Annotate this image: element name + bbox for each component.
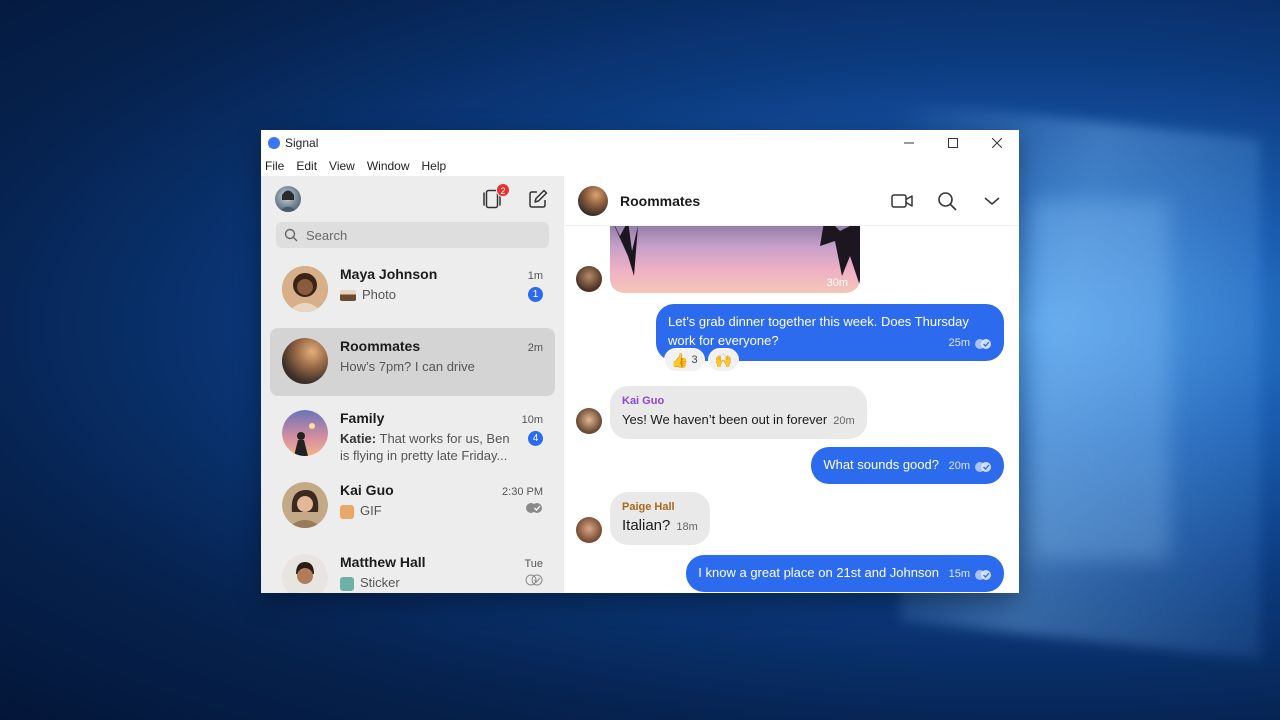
chat-header: Roommates bbox=[564, 176, 1019, 226]
maximize-button[interactable] bbox=[931, 130, 975, 156]
avatar bbox=[282, 338, 328, 384]
avatar bbox=[282, 410, 328, 456]
stories-button[interactable]: 2 bbox=[480, 183, 510, 211]
signal-logo-icon bbox=[267, 136, 281, 150]
menu-file[interactable]: File bbox=[265, 159, 284, 173]
conversation-family[interactable]: Family 10m Katie: That works for us, Ben… bbox=[270, 400, 555, 468]
chat-title[interactable]: Roommates bbox=[620, 193, 700, 209]
conversation-time: 2m bbox=[527, 342, 543, 354]
compose-icon bbox=[529, 189, 548, 208]
conversation-name: Maya Johnson bbox=[340, 266, 438, 282]
incoming-message[interactable]: Kai Guo Yes! We haven’t been out in fore… bbox=[610, 386, 867, 439]
conversation-preview: Photo bbox=[362, 287, 396, 302]
sidebar-header: 2 bbox=[261, 176, 564, 222]
message-time: 25m bbox=[948, 337, 970, 349]
sender-avatar bbox=[576, 517, 602, 543]
conversation-list: Maya Johnson 1m Photo 1 Roommates 2m How… bbox=[261, 256, 564, 593]
read-receipt-icon bbox=[525, 502, 543, 514]
chat-avatar[interactable] bbox=[578, 185, 608, 216]
message-text: Italian? bbox=[622, 517, 671, 534]
message-time: 20m bbox=[833, 415, 855, 427]
read-receipt-icon bbox=[975, 569, 991, 580]
reaction-raised-hands[interactable]: 🙌 bbox=[707, 348, 739, 372]
sidebar: 2 Search Maya Johnson 1m Photo 1 Roommat… bbox=[261, 176, 564, 593]
image-timestamp: 30m bbox=[826, 277, 848, 289]
reaction-emoji: 👍 bbox=[671, 351, 689, 368]
menu-bar: File Edit View Window Help bbox=[261, 156, 1019, 176]
conversation-time: 10m bbox=[521, 414, 543, 426]
gif-thumbnail-icon bbox=[340, 504, 354, 519]
conversation-name: Matthew Hall bbox=[340, 554, 426, 570]
message-time: 15m bbox=[948, 568, 970, 580]
chat-pane: Roommates 30m Let’s grab dinner together… bbox=[564, 176, 1019, 593]
minimize-button[interactable] bbox=[887, 130, 931, 156]
more-options-button[interactable] bbox=[979, 188, 1005, 214]
search-icon bbox=[938, 191, 957, 211]
unread-badge: 4 bbox=[528, 431, 543, 446]
photo-thumbnail-icon bbox=[340, 290, 356, 302]
conversation-maya-johnson[interactable]: Maya Johnson 1m Photo 1 bbox=[270, 256, 555, 324]
read-receipt-icon bbox=[975, 461, 991, 472]
unread-badge: 1 bbox=[528, 287, 543, 302]
sticker-thumbnail-icon bbox=[340, 576, 354, 591]
sender-avatar bbox=[576, 266, 602, 292]
incoming-message[interactable]: Paige Hall Italian? 18m bbox=[610, 492, 710, 545]
sender-avatar bbox=[576, 408, 602, 434]
conversation-kai-guo[interactable]: Kai Guo 2:30 PM GIF bbox=[270, 472, 555, 540]
conversation-preview: Sticker bbox=[360, 575, 400, 590]
sender-name: Paige Hall bbox=[622, 501, 675, 513]
video-call-button[interactable] bbox=[889, 188, 915, 214]
compose-button[interactable] bbox=[526, 187, 550, 211]
avatar bbox=[282, 266, 328, 312]
delivered-icon bbox=[525, 574, 543, 586]
menu-help[interactable]: Help bbox=[422, 159, 447, 173]
message-text: I know a great place on 21st and Johnson bbox=[698, 565, 939, 580]
search-chat-button[interactable] bbox=[934, 188, 960, 214]
conversation-matthew-hall[interactable]: Matthew Hall Tue Sticker bbox=[270, 544, 555, 593]
conversation-preview: GIF bbox=[360, 503, 382, 518]
conversation-name: Family bbox=[340, 410, 385, 426]
signal-window: Signal File Edit View Window Help 2 Sear… bbox=[261, 130, 1019, 593]
sender-name: Kai Guo bbox=[622, 395, 665, 407]
menu-window[interactable]: Window bbox=[367, 159, 410, 173]
menu-edit[interactable]: Edit bbox=[296, 159, 317, 173]
conversation-time: Tue bbox=[524, 558, 543, 570]
message-time: 20m bbox=[948, 460, 970, 472]
avatar bbox=[282, 482, 328, 528]
chevron-down-icon bbox=[984, 196, 1000, 205]
palm-tree-photo bbox=[610, 216, 860, 286]
outgoing-message[interactable]: What sounds good? 20m bbox=[811, 447, 1004, 484]
search-placeholder: Search bbox=[306, 227, 348, 243]
message-text: What sounds good? bbox=[823, 457, 939, 472]
desktop-wallpaper-light-2 bbox=[1030, 200, 1170, 560]
conversation-time: 1m bbox=[527, 270, 543, 282]
video-camera-icon bbox=[891, 193, 913, 208]
preview-sender: Katie: bbox=[340, 431, 377, 446]
avatar bbox=[282, 554, 328, 593]
profile-avatar[interactable] bbox=[275, 186, 301, 212]
window-title: Signal bbox=[285, 136, 319, 150]
message-time: 18m bbox=[676, 521, 698, 533]
title-bar: Signal bbox=[261, 130, 1019, 156]
reaction-count: 3 bbox=[691, 354, 698, 366]
conversation-roommates[interactable]: Roommates 2m How’s 7pm? I can drive bbox=[270, 328, 555, 396]
image-message[interactable]: 30m bbox=[610, 216, 860, 293]
reaction-thumbs-up[interactable]: 👍 3 bbox=[664, 348, 705, 372]
outgoing-message[interactable]: I know a great place on 21st and Johnson… bbox=[686, 555, 1004, 592]
stories-badge: 2 bbox=[496, 183, 510, 197]
conversation-preview: How’s 7pm? I can drive bbox=[340, 359, 475, 374]
conversation-name: Roommates bbox=[340, 338, 421, 354]
message-text: Let’s grab dinner together this week. Do… bbox=[668, 314, 969, 348]
search-icon bbox=[284, 228, 298, 242]
message-list: 30m Let’s grab dinner together this week… bbox=[564, 216, 1019, 593]
search-input[interactable]: Search bbox=[276, 222, 549, 248]
conversation-time: 2:30 PM bbox=[502, 486, 543, 498]
conversation-name: Kai Guo bbox=[340, 482, 394, 498]
message-reactions[interactable]: 👍 3 🙌 bbox=[664, 348, 742, 372]
read-receipt-icon bbox=[975, 338, 991, 349]
message-text: Yes! We haven’t been out in forever bbox=[622, 412, 828, 427]
close-button[interactable] bbox=[975, 130, 1019, 156]
menu-view[interactable]: View bbox=[329, 159, 355, 173]
reaction-emoji: 🙌 bbox=[714, 351, 732, 368]
